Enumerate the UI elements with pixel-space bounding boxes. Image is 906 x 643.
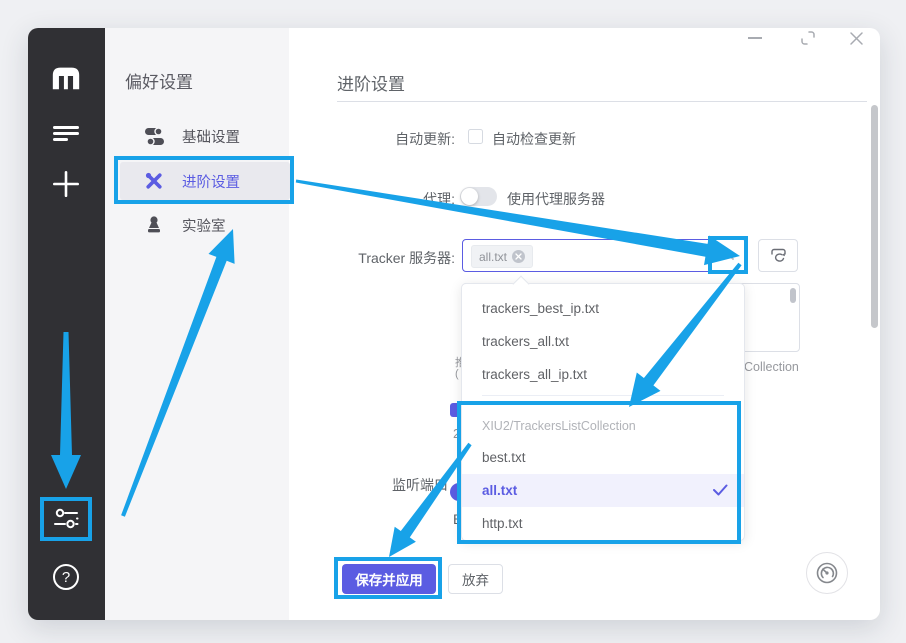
lab-stamp-icon: [144, 215, 164, 235]
auto-update-label: 自动更新:: [280, 129, 455, 149]
save-apply-button[interactable]: 保存并应用: [342, 564, 436, 594]
tracker-tag-label: all.txt: [479, 250, 507, 264]
maximize-icon: [800, 30, 816, 46]
text-fragment-number: 2: [453, 426, 461, 441]
dropdown-option[interactable]: trackers_best_ip.txt: [462, 292, 744, 325]
hint-text-fragment: Collection: [744, 360, 799, 374]
auto-update-checkbox-label: 自动检查更新: [492, 129, 576, 149]
help-icon[interactable]: ?: [53, 564, 79, 590]
sync-tracker-button[interactable]: [758, 239, 798, 272]
minimize-icon: [748, 37, 762, 39]
tracker-select-input[interactable]: all.txt: [462, 239, 747, 272]
add-task-icon[interactable]: [51, 169, 81, 199]
tracker-tag: all.txt: [471, 245, 533, 268]
close-button[interactable]: [847, 29, 865, 47]
proxy-toggle-label: 使用代理服务器: [507, 189, 605, 209]
nav-item-advanced-settings[interactable]: 进阶设置: [120, 162, 290, 200]
tracker-dropdown: trackers_best_ip.txt trackers_all.txt tr…: [461, 283, 745, 541]
close-icon: [849, 31, 864, 46]
toggles-icon: [144, 126, 164, 146]
text-fragment-letter: B: [453, 511, 460, 527]
speedometer-icon: [815, 561, 839, 585]
dropdown-option[interactable]: trackers_all_ip.txt: [462, 358, 744, 391]
nav-item-basic-settings[interactable]: 基础设置: [120, 117, 290, 155]
page-title: 进阶设置: [337, 70, 405, 95]
textarea-scrollbar[interactable]: [790, 288, 796, 303]
nav-item-label: 进阶设置: [182, 171, 240, 192]
toggle-knob: [461, 188, 478, 205]
proxy-toggle[interactable]: [460, 187, 497, 206]
chevron-up-icon[interactable]: [722, 253, 734, 260]
discard-button[interactable]: 放弃: [448, 564, 503, 594]
task-list-icon[interactable]: [52, 125, 80, 142]
check-icon: [713, 484, 728, 496]
motrix-logo-icon: [50, 64, 82, 90]
dropdown-option-selected[interactable]: all.txt: [462, 474, 744, 507]
tools-icon: [144, 171, 164, 191]
tracker-server-label: Tracker 服务器:: [280, 248, 455, 268]
maximize-button[interactable]: [799, 29, 817, 47]
auto-update-checkbox[interactable]: [468, 129, 483, 144]
title-divider: [337, 101, 867, 102]
screenshot-canvas: ? 偏好设置 基础设置 进阶设置: [0, 0, 906, 643]
speed-limit-button[interactable]: [806, 552, 848, 594]
prefs-panel-title: 偏好设置: [125, 68, 193, 93]
tag-remove-icon[interactable]: [512, 250, 525, 263]
nav-item-label: 实验室: [182, 215, 226, 236]
content-scrollbar[interactable]: [871, 105, 878, 328]
listen-port-label: 监听端口: [330, 475, 448, 495]
dropdown-divider: [482, 395, 724, 396]
dropdown-option[interactable]: trackers_all.txt: [462, 325, 744, 358]
dropdown-option[interactable]: best.txt: [462, 441, 744, 474]
dropdown-option[interactable]: http.txt: [462, 507, 744, 540]
proxy-label: 代理:: [280, 189, 455, 209]
minimize-button[interactable]: [746, 30, 764, 46]
preferences-sliders-icon[interactable]: [52, 505, 80, 532]
nav-item-lab[interactable]: 实验室: [120, 206, 290, 244]
dropdown-option-label: all.txt: [482, 483, 517, 498]
sync-icon: [770, 248, 787, 263]
help-glyph: ?: [62, 569, 70, 586]
nav-item-label: 基础设置: [182, 126, 240, 147]
dropdown-group-label: XIU2/TrackersListCollection: [462, 401, 744, 441]
